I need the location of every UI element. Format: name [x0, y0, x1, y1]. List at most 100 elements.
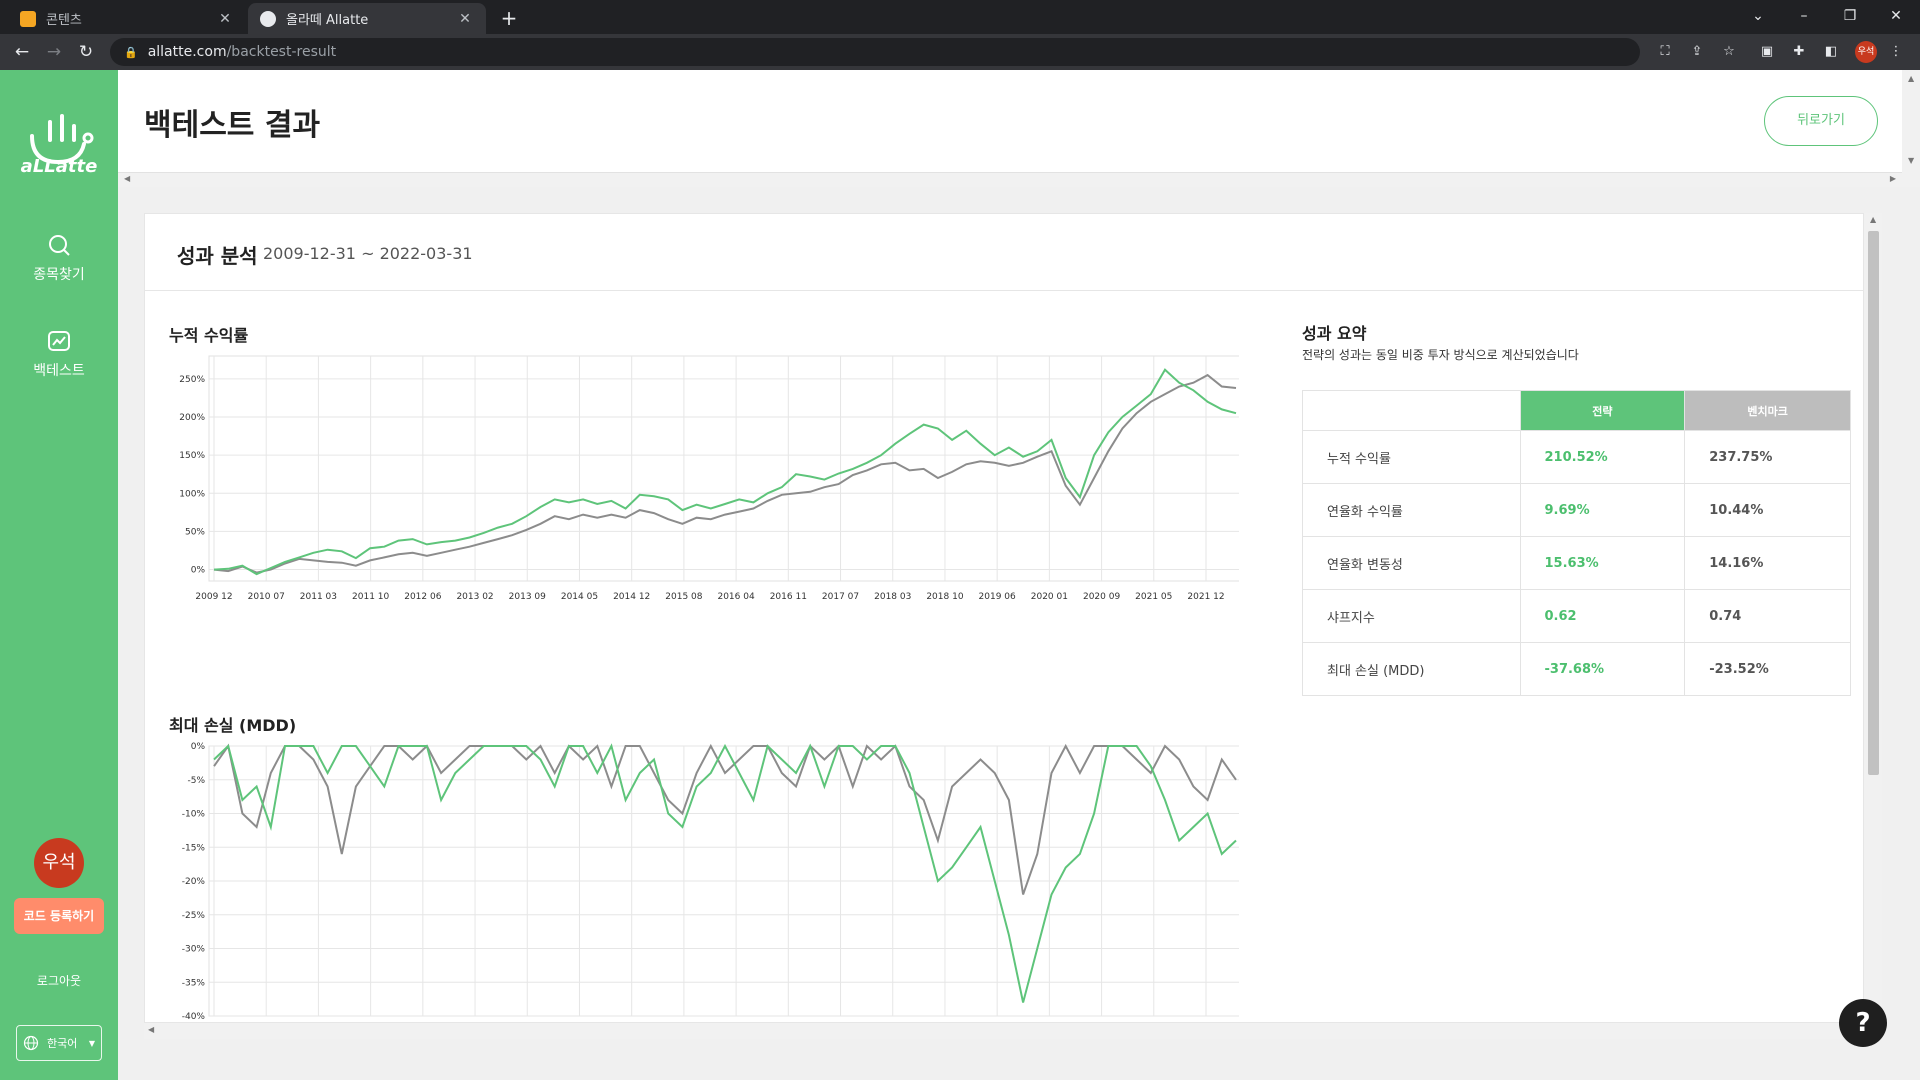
globe-icon: [23, 1035, 39, 1051]
benchmark-value: 10.44%: [1684, 483, 1851, 537]
window-close-icon[interactable]: ✕: [1876, 4, 1916, 28]
puzzle-icon[interactable]: ✚: [1789, 42, 1809, 62]
forward-arrow-icon[interactable]: →: [42, 40, 66, 64]
cumulative-return-title: 누적 수익률: [169, 326, 249, 345]
help-button[interactable]: ?: [1839, 999, 1887, 1047]
card-vertical-scrollbar[interactable]: ▲: [1864, 213, 1882, 1023]
caret-down-icon: ▼: [88, 1038, 95, 1048]
y-tick-label: 50%: [185, 527, 205, 537]
mdd-chart: 0% -5% -10% -15% -20% -25% -30% -35% -40%: [182, 742, 1239, 1022]
back-button[interactable]: 뒤로가기: [1764, 96, 1878, 146]
table-header-strategy: 전략: [1519, 390, 1686, 431]
sidebar-item-backtest[interactable]: 백테스트: [0, 328, 118, 380]
y-tick-label: -30%: [182, 945, 206, 955]
scroll-up-icon[interactable]: ▲: [1908, 74, 1914, 83]
x-tick-label: 2011 10: [352, 592, 389, 602]
metric-label: 샤프지수: [1302, 589, 1521, 643]
tab-title: 올라떼 Allatte: [286, 13, 369, 28]
language-label: 한국어: [47, 1037, 78, 1050]
card-header: 성과 분석 2009-12-31 ~ 2022-03-31: [145, 214, 1863, 291]
page-header: 백테스트 결과 뒤로가기: [118, 70, 1902, 172]
close-icon[interactable]: ✕: [456, 11, 474, 27]
benchmark-value: 14.16%: [1684, 536, 1851, 590]
back-arrow-icon[interactable]: ←: [10, 40, 34, 64]
scroll-down-icon[interactable]: ▼: [1908, 156, 1914, 165]
card-title: 성과 분석: [177, 244, 258, 268]
tab-search-icon[interactable]: ⌄: [1738, 4, 1778, 28]
table-row: 샤프지수 0.62 0.74: [1302, 589, 1851, 643]
y-tick-label: -20%: [182, 877, 206, 887]
scrollbar-thumb[interactable]: [1868, 231, 1879, 775]
table-header-benchmark: 벤치마크: [1684, 390, 1851, 431]
google-favicon-icon: [260, 10, 276, 27]
benchmark-value: -23.52%: [1684, 642, 1851, 696]
logo-text: aLLatte: [20, 156, 98, 177]
share-icon[interactable]: ⇪: [1687, 42, 1707, 62]
close-icon[interactable]: ✕: [216, 11, 234, 27]
side-panel-icon[interactable]: ◧: [1821, 42, 1841, 62]
x-tick-label: 2014 05: [561, 592, 598, 602]
scroll-left-icon[interactable]: ◀: [148, 1025, 154, 1034]
page-vertical-scrollbar[interactable]: ▲ ▼: [1902, 70, 1920, 187]
x-tick-label: 2020 09: [1083, 592, 1120, 602]
logout-link[interactable]: 로그아웃: [0, 972, 118, 989]
table-row: 누적 수익률 210.52% 237.75%: [1302, 430, 1851, 484]
x-tick-label: 2015 08: [665, 592, 702, 602]
table-row: 최대 손실 (MDD) -37.68% -23.52%: [1302, 642, 1851, 696]
metric-label: 연율화 수익률: [1302, 483, 1521, 537]
translate-icon[interactable]: ⛶: [1655, 42, 1675, 62]
y-tick-label: 200%: [179, 413, 205, 423]
sidebar-item-stock-search[interactable]: 종목찾기: [0, 232, 118, 284]
restore-icon[interactable]: ❐: [1830, 4, 1870, 28]
extension-icon[interactable]: ▣: [1757, 42, 1777, 62]
y-tick-label: -25%: [182, 911, 206, 921]
y-tick-label: 250%: [179, 375, 205, 385]
browser-tabbar: 콘텐츠 ✕ 올라떼 Allatte ✕ + ⌄ – ❐ ✕: [0, 0, 1920, 34]
strategy-value: -37.68%: [1519, 642, 1686, 696]
y-tick-label: 150%: [179, 451, 205, 461]
y-tick-label: -5%: [187, 776, 205, 786]
sidebar-item-label: 백테스트: [33, 363, 85, 379]
header-horizontal-scrollbar[interactable]: ◀ ▶: [118, 172, 1902, 187]
profile-avatar[interactable]: 우석: [1855, 41, 1877, 63]
page-viewport: aLLatte 종목찾기 백테스트 우석 코드 등록하기 로그아웃 한국어 ▼ …: [0, 70, 1920, 1080]
x-tick-label: 2017 07: [822, 592, 859, 602]
address-bar[interactable]: 🔒 allatte.com/backtest-result: [110, 38, 1640, 66]
y-tick-label: 0%: [191, 566, 206, 576]
bookmark-star-icon[interactable]: ☆: [1719, 42, 1739, 62]
scroll-up-icon[interactable]: ▲: [1870, 215, 1876, 224]
page-title: 백테스트 결과: [144, 108, 321, 143]
strategy-value: 210.52%: [1519, 430, 1686, 484]
chart-icon: [48, 331, 70, 351]
search-icon: [49, 235, 70, 256]
benchmark-value: 237.75%: [1684, 430, 1851, 484]
scroll-right-icon[interactable]: ▶: [1890, 174, 1896, 183]
reload-icon[interactable]: ↻: [74, 40, 98, 64]
y-tick-label: 0%: [191, 742, 206, 752]
x-tick-label: 2011 03: [300, 592, 337, 602]
x-tick-label: 2016 04: [717, 592, 754, 602]
cumulative-return-chart: 2009 12 2010 07 2011 03 2011 10 2012 06 2013 …: [179, 355, 1239, 602]
browser-tab-allatte[interactable]: 올라떼 Allatte ✕: [248, 3, 486, 34]
x-tick-label: 2014 12: [613, 592, 650, 602]
table-row: 연율화 변동성 15.63% 14.16%: [1302, 536, 1851, 590]
card-horizontal-scrollbar[interactable]: ◀: [144, 1023, 1864, 1039]
scroll-left-icon[interactable]: ◀: [124, 174, 130, 183]
metric-label: 누적 수익률: [1302, 430, 1521, 484]
sidebar: aLLatte 종목찾기 백테스트 우석 코드 등록하기 로그아웃 한국어 ▼: [0, 70, 118, 1080]
y-tick-label: -35%: [182, 978, 206, 988]
register-code-button[interactable]: 코드 등록하기: [14, 898, 104, 934]
url-path: /backtest-result: [226, 44, 337, 60]
metric-label: 최대 손실 (MDD): [1302, 642, 1521, 696]
x-tick-label: 2020 01: [1031, 592, 1068, 602]
x-tick-label: 2013 09: [509, 592, 546, 602]
menu-kebab-icon[interactable]: ⋮: [1886, 42, 1906, 62]
minimize-icon[interactable]: –: [1784, 4, 1824, 28]
user-avatar[interactable]: 우석: [34, 838, 84, 888]
language-select[interactable]: 한국어 ▼: [16, 1025, 102, 1061]
browser-tab-contents[interactable]: 콘텐츠 ✕: [8, 3, 246, 34]
lock-icon: 🔒: [124, 45, 138, 59]
x-tick-label: 2012 06: [404, 592, 441, 602]
new-tab-icon[interactable]: +: [498, 6, 520, 30]
y-tick-label: -15%: [182, 843, 206, 853]
